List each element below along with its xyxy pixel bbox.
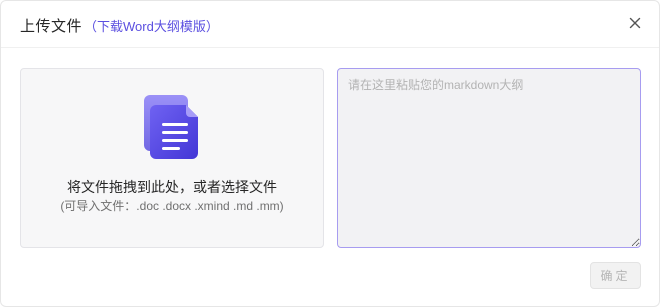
dropzone-supported-formats: (可导入文件：.doc .docx .xmind .md .mm) [60,199,284,213]
upload-dialog: 上传文件 （下载Word大纲模版） 将文件拖拽到此处，或者选择文件 (可导入文件… [0,0,660,307]
download-template-link[interactable]: （下载Word大纲模版） [84,16,219,35]
dialog-title: 上传文件 [20,18,83,35]
document-icon [142,93,206,163]
dropzone-primary-text: 将文件拖拽到此处，或者选择文件 [67,179,277,195]
markdown-outline-input[interactable] [337,68,641,248]
close-icon[interactable] [627,15,643,31]
confirm-button[interactable]: 确定 [590,262,641,289]
dialog-header: 上传文件 （下载Word大纲模版） [1,1,659,47]
file-dropzone[interactable]: 将文件拖拽到此处，或者选择文件 (可导入文件：.doc .docx .xmind… [20,68,324,248]
header-divider [1,47,659,48]
